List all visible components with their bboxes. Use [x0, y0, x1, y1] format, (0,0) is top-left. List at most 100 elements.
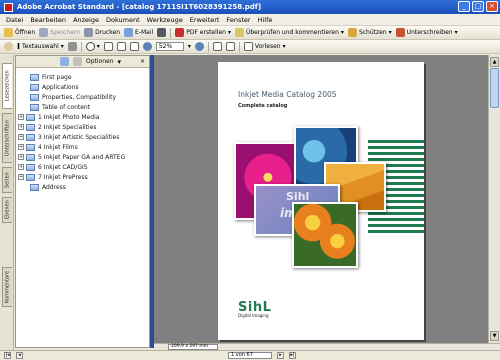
tab-bookmarks[interactable]: Lesezeichen: [2, 63, 12, 109]
bookmark-item[interactable]: Applications: [16, 82, 149, 92]
menu-werkzeuge[interactable]: Werkzeuge: [147, 16, 183, 24]
menu-dokument[interactable]: Dokument: [106, 16, 140, 24]
next-page-button[interactable]: ▸: [277, 352, 284, 359]
bookmark-item[interactable]: +1 Inkjet Photo Media: [16, 112, 149, 122]
delete-bookmark-icon[interactable]: [73, 57, 82, 66]
bookmark-item[interactable]: First page: [16, 72, 149, 82]
bookmark-icon: [26, 133, 35, 141]
expand-icon[interactable]: +: [18, 154, 24, 160]
bookmark-item[interactable]: +3 Inkjet Artistic Specialities: [16, 132, 149, 142]
menu-bearbeiten[interactable]: Bearbeiten: [30, 16, 66, 24]
scroll-down-arrow[interactable]: ▼: [490, 331, 499, 341]
text-select-button[interactable]: I Textauswahl ▾: [17, 42, 64, 51]
expand-icon[interactable]: +: [18, 114, 24, 120]
hand-tool-button[interactable]: [4, 42, 13, 51]
scroll-up-arrow[interactable]: ▲: [490, 57, 499, 67]
continuous-icon: [225, 42, 235, 51]
bookmark-label: 7 Inkjet PrePress: [38, 173, 88, 181]
plus-icon: [194, 42, 204, 51]
expand-icon[interactable]: +: [18, 174, 24, 180]
document-view[interactable]: Inkjet Media Catalog 2005 Complete catal…: [154, 55, 488, 343]
zoom-out-button[interactable]: [142, 42, 152, 51]
bookmark-icon: [26, 113, 35, 121]
maximize-button[interactable]: □: [472, 1, 484, 12]
fit-width-button[interactable]: [129, 42, 139, 51]
tab-pages[interactable]: Seiten: [2, 167, 12, 193]
menu-erweitert[interactable]: Erweitert: [190, 16, 220, 24]
tab-layers[interactable]: Ebenen: [2, 197, 12, 223]
bookmark-item[interactable]: Table of content: [16, 102, 149, 112]
bookmark-icon: [26, 123, 35, 131]
bookmark-label: Properties, Compatibility: [42, 93, 117, 101]
bookmark-icon: [26, 153, 35, 161]
expand-icon[interactable]: +: [18, 134, 24, 140]
bookmark-item[interactable]: +4 Inkjet Films: [16, 142, 149, 152]
hand-icon: [4, 42, 13, 51]
menu-fenster[interactable]: Fenster: [226, 16, 250, 24]
snapshot-button[interactable]: [67, 42, 77, 51]
zoom-level-field[interactable]: 52%: [155, 42, 184, 51]
close-panel-button[interactable]: ×: [140, 58, 145, 65]
bookmark-item[interactable]: Properties, Compatibility: [16, 92, 149, 102]
zoom-dropdown[interactable]: ▾: [188, 43, 191, 50]
sihl-logo: SihL Digital Imaging: [238, 300, 271, 318]
bookmark-item[interactable]: +6 Inkjet CAD/GIS: [16, 162, 149, 172]
review-button[interactable]: Überprüfen und kommentieren ▾: [234, 28, 344, 37]
vertical-scrollbar[interactable]: ▲ ▼: [488, 55, 500, 343]
bookmark-icon: [30, 183, 39, 191]
minimize-button[interactable]: _: [458, 1, 470, 12]
sign-button[interactable]: Unterschreiben ▾: [395, 28, 458, 37]
continuous-button[interactable]: [225, 42, 235, 51]
photo-collage: Sihl images: [232, 124, 416, 274]
chevron-down-icon: ▾: [340, 29, 344, 36]
search-button[interactable]: [157, 28, 167, 37]
magnifier-icon: [85, 42, 95, 51]
fit-page-button[interactable]: [116, 42, 126, 51]
horizontal-scrollbar[interactable]: 209,9 x 297 mm: [154, 343, 500, 350]
menu-anzeige[interactable]: Anzeige: [73, 16, 99, 24]
email-button[interactable]: E-Mail: [124, 28, 153, 37]
scroll-thumb[interactable]: [490, 68, 499, 108]
menu-hilfe[interactable]: Hilfe: [258, 16, 273, 24]
last-page-button[interactable]: ▸|: [289, 352, 296, 359]
binoculars-icon: [157, 28, 167, 37]
read-aloud-button[interactable]: Vorlesen ▾: [243, 42, 286, 51]
previous-page-button[interactable]: ◂: [16, 352, 23, 359]
printer-icon: [84, 28, 94, 37]
bookmark-item[interactable]: +7 Inkjet PrePress: [16, 172, 149, 182]
expand-icon[interactable]: +: [18, 124, 24, 130]
bookmark-item[interactable]: +5 Inkjet Paper GA and ARTEG: [16, 152, 149, 162]
bookmark-item[interactable]: Address: [16, 182, 149, 192]
pdf-icon: [175, 28, 185, 37]
chevron-down-icon: ▾: [96, 43, 100, 50]
rotate-button[interactable]: [212, 42, 222, 51]
open-button[interactable]: Öffnen: [4, 28, 35, 37]
print-button[interactable]: Drucken: [84, 28, 120, 37]
page-number-field[interactable]: 1 von 67: [228, 352, 272, 359]
status-bar: |◂ ◂ 1 von 67 ▸ ▸|: [0, 350, 500, 360]
pen-icon: [395, 28, 405, 37]
zoom-tool-button[interactable]: ▾: [85, 42, 100, 51]
new-bookmark-icon[interactable]: [60, 57, 69, 66]
bookmark-item[interactable]: +2 Inkjet Specialities: [16, 122, 149, 132]
options-menu[interactable]: Optionen: [86, 58, 114, 65]
acrobat-window: Adobe Acrobat Standard - [catalog 1711SI…: [0, 0, 500, 360]
tab-comments[interactable]: Kommentare: [2, 267, 12, 307]
tab-signatures[interactable]: Unterschriften: [2, 113, 12, 163]
bookmark-icon: [30, 73, 39, 81]
first-page-button[interactable]: |◂: [4, 352, 11, 359]
save-button[interactable]: Speichern: [39, 28, 80, 37]
toolbar-separator: [238, 41, 240, 52]
create-pdf-button[interactable]: PDF erstellen ▾: [175, 28, 231, 37]
expand-icon[interactable]: +: [18, 144, 24, 150]
bookmark-icon: [26, 143, 35, 151]
actual-size-button[interactable]: [103, 42, 113, 51]
menu-bar: Datei Bearbeiten Anzeige Dokument Werkze…: [0, 14, 500, 26]
chevron-down-icon: ▾: [388, 29, 392, 36]
zoom-in-button[interactable]: [194, 42, 204, 51]
close-button[interactable]: ×: [486, 1, 498, 12]
menu-datei[interactable]: Datei: [6, 16, 23, 24]
secure-button[interactable]: Schützen ▾: [347, 28, 392, 37]
envelope-icon: [124, 28, 134, 37]
expand-icon[interactable]: +: [18, 164, 24, 170]
